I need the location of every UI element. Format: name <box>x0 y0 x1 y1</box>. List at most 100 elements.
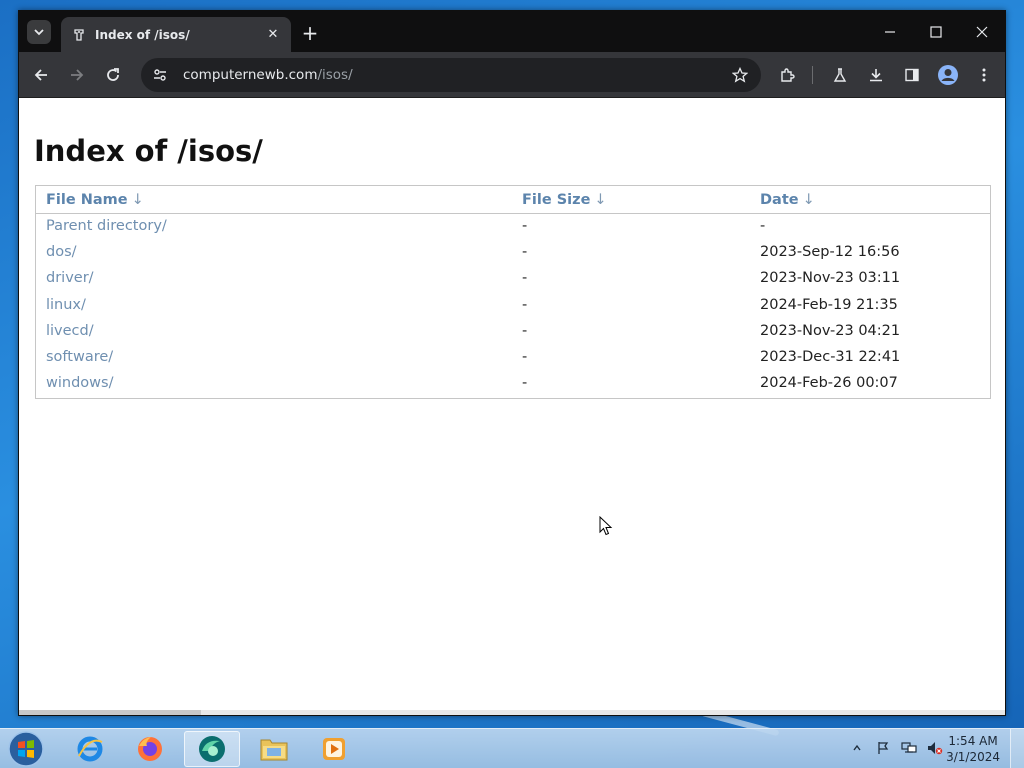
column-name-label: File Name <box>46 192 128 209</box>
avatar-icon <box>938 65 958 85</box>
start-button[interactable] <box>6 730 46 768</box>
bookmark-star-icon[interactable] <box>729 64 751 86</box>
labs-button[interactable] <box>828 63 852 87</box>
clock-date: 3/1/2024 <box>946 750 1000 764</box>
tab-active[interactable]: Index of /isos/ ✕ <box>61 17 291 52</box>
file-link[interactable]: linux/ <box>36 292 512 318</box>
file-link[interactable]: windows/ <box>36 370 512 396</box>
taskbar-app-browser[interactable] <box>184 731 240 767</box>
download-icon <box>870 69 882 82</box>
file-size: - <box>522 270 528 287</box>
tab-search-button[interactable] <box>27 20 51 44</box>
browser-window: Index of /isos/ ✕ + computernewb.com/iso… <box>18 10 1006 716</box>
back-button[interactable] <box>29 63 53 87</box>
sort-by-size-header[interactable]: File Size ↓ <box>512 186 750 214</box>
site-info-icon[interactable] <box>149 64 171 86</box>
column-size-label: File Size <box>522 192 591 209</box>
volume-muted-icon[interactable] <box>926 739 944 757</box>
file-link[interactable]: driver/ <box>36 265 512 291</box>
show-desktop-button[interactable] <box>1010 729 1024 768</box>
column-date-label: Date <box>760 192 799 209</box>
file-link[interactable]: dos/ <box>36 239 512 265</box>
windows-orb-icon <box>8 731 44 767</box>
address-bar[interactable]: computernewb.com/isos/ <box>141 58 761 92</box>
side-panel-button[interactable] <box>900 63 924 87</box>
url-path: /isos/ <box>317 67 353 83</box>
scrollbar-thumb[interactable] <box>19 710 201 715</box>
close-window-button[interactable] <box>959 11 1005 52</box>
file-link[interactable]: software/ <box>36 344 512 370</box>
network-icon[interactable] <box>900 739 918 757</box>
action-center-flag-icon[interactable] <box>874 739 892 757</box>
sort-arrow-icon: ↓ <box>594 192 607 209</box>
menu-button[interactable] <box>972 63 996 87</box>
close-tab-icon[interactable]: ✕ <box>265 27 281 43</box>
file-date: 2024-Feb-19 21:35 <box>760 296 898 313</box>
file-date: 2023-Dec-31 22:41 <box>760 349 901 366</box>
table-row: Parent directory/ - - <box>36 213 990 239</box>
downloads-button[interactable] <box>864 63 888 87</box>
minimize-button[interactable] <box>867 11 913 52</box>
sort-arrow-icon: ↓ <box>802 192 815 209</box>
file-date: 2023-Sep-12 16:56 <box>760 244 900 261</box>
table-row: livecd/ - 2023-Nov-23 04:21 <box>36 318 990 344</box>
file-size: - <box>522 296 528 313</box>
table-row: dos/ - 2023-Sep-12 16:56 <box>36 239 990 265</box>
maximize-icon <box>930 25 942 38</box>
taskbar-app-media-player[interactable] <box>306 731 362 767</box>
reload-button[interactable] <box>101 63 125 87</box>
taskbar-clock[interactable]: 1:54 AM 3/1/2024 <box>946 733 1000 765</box>
maximize-button[interactable] <box>913 11 959 52</box>
mouse-cursor-icon <box>599 516 613 536</box>
internet-explorer-icon <box>77 736 103 762</box>
table-row: software/ - 2023-Dec-31 22:41 <box>36 344 990 370</box>
file-date: 2023-Nov-23 03:11 <box>760 270 901 287</box>
profile-button[interactable] <box>936 63 960 87</box>
table-header-row: File Name ↓ File Size ↓ Date ↓ <box>36 186 990 214</box>
horizontal-scrollbar[interactable] <box>19 710 1005 715</box>
file-date: 2023-Nov-23 04:21 <box>760 322 901 339</box>
file-size: - <box>522 218 528 235</box>
system-tray <box>848 739 944 757</box>
taskbar-app-file-explorer[interactable] <box>246 731 302 767</box>
tab-title: Index of /isos/ <box>95 27 190 42</box>
url-text: computernewb.com/isos/ <box>183 67 353 83</box>
flask-icon <box>833 68 847 82</box>
clock-time: 1:54 AM <box>948 734 998 748</box>
page-favicon-icon <box>71 27 87 43</box>
file-date: 2024-Feb-26 00:07 <box>760 375 898 392</box>
new-tab-button[interactable]: + <box>299 21 321 45</box>
arrow-left-icon <box>34 69 47 81</box>
chevron-down-icon <box>34 29 44 36</box>
browser-icon <box>199 736 225 762</box>
table-row: linux/ - 2024-Feb-19 21:35 <box>36 292 990 318</box>
arrow-right-icon <box>71 69 84 81</box>
directory-listing: File Name ↓ File Size ↓ Date ↓ Parent direc… <box>35 185 991 399</box>
page-content: Index of /isos/ File Name ↓ File Size ↓ Da… <box>19 99 1005 715</box>
show-hidden-icons-icon[interactable] <box>848 739 866 757</box>
side-panel-icon <box>905 68 919 82</box>
sort-by-date-header[interactable]: Date ↓ <box>750 186 990 214</box>
taskbar-app-internet-explorer[interactable] <box>62 731 118 767</box>
sort-arrow-icon: ↓ <box>131 192 144 209</box>
file-size: - <box>522 322 528 339</box>
file-date: - <box>760 218 766 235</box>
file-size: - <box>522 244 528 261</box>
firefox-icon <box>138 737 162 761</box>
taskbar-app-firefox[interactable] <box>122 731 178 767</box>
table-row: windows/ - 2024-Feb-26 00:07 <box>36 370 990 396</box>
extensions-button[interactable] <box>775 63 799 87</box>
file-size: - <box>522 375 528 392</box>
url-host: computernewb.com <box>183 67 318 83</box>
toolbar-divider <box>812 66 813 84</box>
close-icon <box>976 26 988 37</box>
file-link[interactable]: Parent directory/ <box>36 213 512 239</box>
forward-button[interactable] <box>65 63 89 87</box>
file-link[interactable]: livecd/ <box>36 318 512 344</box>
sort-by-name-header[interactable]: File Name ↓ <box>36 186 512 214</box>
listing-table: File Name ↓ File Size ↓ Date ↓ Parent direc… <box>36 186 990 396</box>
taskbar: 1:54 AM 3/1/2024 <box>0 728 1024 768</box>
file-explorer-icon <box>260 739 288 761</box>
tab-strip: Index of /isos/ ✕ + <box>19 11 1005 52</box>
media-player-icon <box>323 738 345 760</box>
